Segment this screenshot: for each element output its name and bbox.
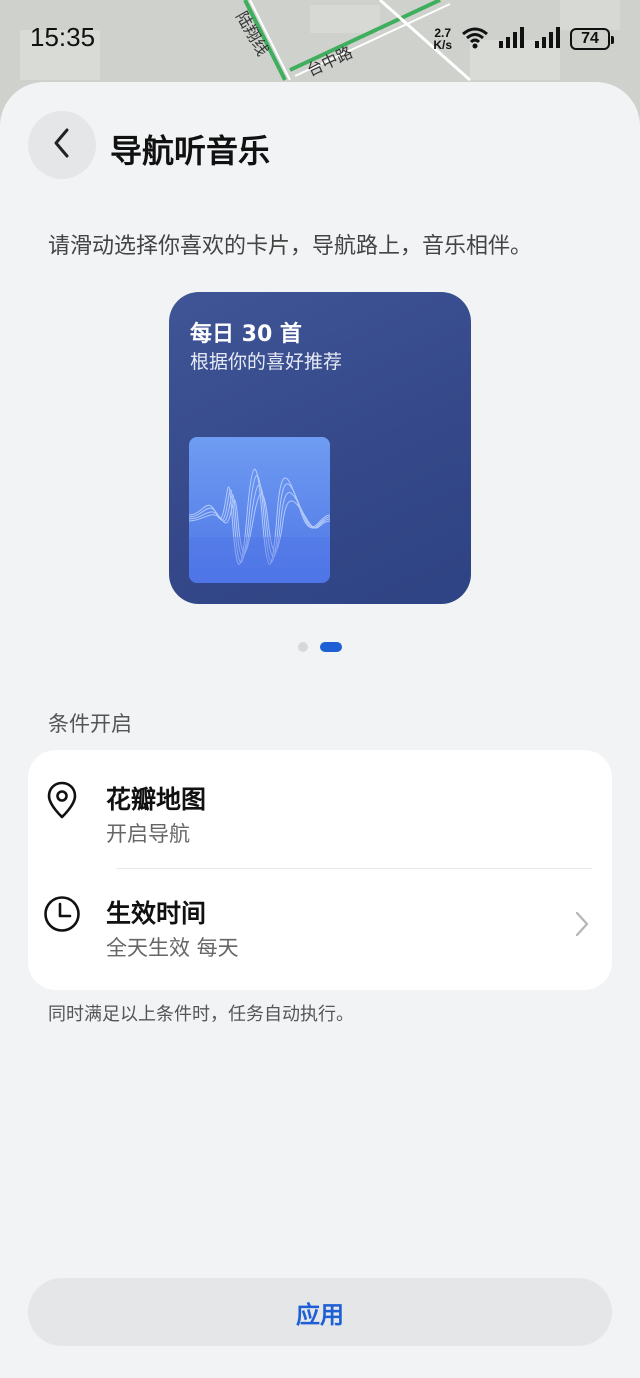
music-card[interactable]: 每日 30 首 根据你的喜好推荐 xyxy=(169,292,471,604)
bottom-sheet: 导航听音乐 请滑动选择你喜欢的卡片，导航路上，音乐相伴。 每日 30 首 根据你… xyxy=(0,82,640,1378)
page-dot-active[interactable] xyxy=(320,642,342,652)
card-title: 每日 30 首 xyxy=(190,322,302,347)
location-pin-icon xyxy=(42,780,82,820)
page-title: 导航听音乐 xyxy=(110,132,271,170)
status-bar: 15:35 2.7 K/s 74 xyxy=(0,0,640,80)
status-time: 15:35 xyxy=(30,22,96,52)
chevron-left-icon xyxy=(52,127,72,163)
apply-button[interactable]: 应用 xyxy=(28,1278,612,1346)
conditions-card: 花瓣地图 开启导航 生效时间 全天生效 每天 xyxy=(28,750,612,990)
battery-icon: 74 xyxy=(570,28,614,50)
network-speed-unit: K/s xyxy=(433,38,452,52)
condition-subtitle: 开启导航 xyxy=(106,822,190,846)
section-label: 条件开启 xyxy=(48,712,132,736)
condition-row-time[interactable]: 生效时间 全天生效 每天 xyxy=(28,864,612,976)
condition-title: 花瓣地图 xyxy=(106,785,207,814)
condition-title: 生效时间 xyxy=(106,899,207,928)
condition-row-map[interactable]: 花瓣地图 开启导航 xyxy=(28,750,612,862)
signal-icon xyxy=(498,25,526,53)
page-dot[interactable] xyxy=(298,642,308,652)
battery-level: 74 xyxy=(581,30,599,47)
back-button[interactable] xyxy=(28,111,96,179)
intro-text: 请滑动选择你喜欢的卡片，导航路上，音乐相伴。 xyxy=(48,234,533,259)
condition-subtitle: 全天生效 每天 xyxy=(106,936,239,960)
card-subtitle: 根据你的喜好推荐 xyxy=(190,351,343,373)
clock-icon xyxy=(42,894,82,934)
page-indicator[interactable] xyxy=(298,642,342,652)
footnote: 同时满足以上条件时，任务自动执行。 xyxy=(48,1004,354,1025)
network-speed: 2.7 K/s xyxy=(433,27,452,51)
chevron-right-icon xyxy=(572,910,592,938)
signal-icon xyxy=(534,25,562,53)
wifi-icon xyxy=(460,25,490,53)
status-icons: 2.7 K/s 74 xyxy=(433,24,614,54)
waveform-artwork xyxy=(189,437,330,583)
